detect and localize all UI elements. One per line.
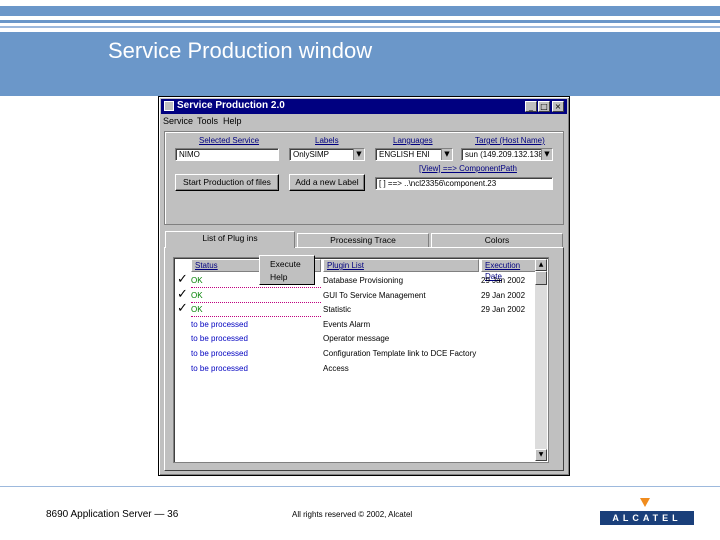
row-plugin: Statistic — [323, 305, 352, 315]
component-path-field[interactable]: [ ] ==> ..\ncl23356\component.23 — [375, 177, 553, 190]
window-title: Service Production 2.0 — [177, 100, 285, 111]
start-production-button[interactable]: Start Production of files — [175, 174, 279, 191]
footer-copyright: All rights reserved © 2002, Alcatel — [292, 510, 413, 519]
languages-label: Languages — [393, 136, 433, 145]
table-row[interactable]: to be processed Events Alarm — [175, 318, 537, 332]
row-status: to be processed — [191, 334, 248, 344]
scroll-up-icon[interactable]: ▲ — [535, 259, 547, 271]
target-host-dropdown[interactable]: sun (149.209.132.138) ▼ — [461, 148, 553, 161]
tab-colors[interactable]: Colors — [431, 233, 563, 247]
chevron-down-icon[interactable]: ▼ — [353, 149, 364, 160]
list-scrollbar[interactable]: ▲ ▼ — [535, 259, 547, 461]
table-row[interactable]: ✓ OK Statistic 29 Jan 2002 — [175, 301, 537, 318]
app-icon — [164, 101, 174, 111]
row-date: 29 Jan 2002 — [481, 305, 526, 315]
row-status: to be processed — [191, 319, 248, 329]
column-plugin-list[interactable]: Plugin List — [323, 259, 479, 272]
table-row[interactable]: to be processed Configuration Template li… — [175, 347, 537, 361]
menu-help[interactable]: Help — [223, 116, 242, 126]
view-path-label: [View] ==> ComponentPath — [419, 164, 517, 173]
check-icon: ✓ — [177, 272, 188, 287]
selected-service-label: Selected Service — [199, 136, 260, 145]
logo-mark-icon — [640, 498, 650, 507]
row-plugin: Access — [323, 363, 349, 373]
target-host-value: sun (149.209.132.138) — [465, 150, 546, 159]
header-stripe — [0, 6, 720, 16]
row-date: 29 Jan 2002 — [481, 290, 526, 300]
column-execution-date[interactable]: Execution Date — [481, 259, 537, 281]
add-label-button[interactable]: Add a new Label — [289, 174, 365, 191]
target-host-label: Target (Host Name) — [475, 136, 545, 145]
row-plugin: Operator message — [323, 334, 390, 344]
table-row[interactable]: to be processed Access — [175, 362, 537, 376]
scroll-down-icon[interactable]: ▼ — [535, 449, 547, 461]
plugin-list[interactable]: Status Plugin List Execution Date ✓ OK Dat… — [173, 257, 549, 463]
labels-value: OnlySIMP — [293, 150, 330, 159]
minimize-button[interactable]: _ — [525, 101, 537, 112]
selected-service-field[interactable]: NIMO — [175, 148, 279, 161]
close-button[interactable]: × — [552, 101, 564, 112]
header-stripe-thin-light — [0, 26, 720, 28]
window-titlebar[interactable]: Service Production 2.0 _ □ × — [161, 99, 567, 114]
menu-bar: Service Tools Help — [161, 115, 567, 128]
table-row[interactable]: to be processed Operator message — [175, 332, 537, 346]
context-menu-execute[interactable]: Execute — [270, 259, 301, 269]
row-status: OK — [191, 290, 203, 300]
menu-tools[interactable]: Tools — [197, 116, 218, 126]
slide-title: Service Production window — [108, 38, 373, 63]
footer-divider — [0, 486, 720, 487]
check-icon: ✓ — [177, 286, 188, 302]
check-icon: ✓ — [177, 301, 188, 317]
row-plugin: GUI To Service Management — [323, 290, 426, 300]
row-plugin: Database Provisioning — [323, 276, 404, 285]
header-stripe-thin — [0, 20, 720, 23]
row-plugin: Configuration Template link to DCE Facto… — [323, 349, 477, 358]
row-plugin: Events Alarm — [323, 319, 371, 329]
row-date: 29 Jan 2002 — [481, 276, 526, 285]
table-row[interactable]: ✓ OK GUI To Service Management 29 Jan 2002 — [175, 286, 537, 303]
footer-page-info: 8690 Application Server — 36 — [46, 509, 179, 520]
chevron-down-icon[interactable]: ▼ — [441, 149, 452, 160]
menu-service[interactable]: Service — [163, 116, 193, 126]
production-settings-panel: Selected Service NIMO Labels OnlySIMP ▼ … — [164, 131, 564, 225]
maximize-button[interactable]: □ — [538, 101, 550, 112]
labels-label: Labels — [315, 136, 339, 145]
context-menu: Execute Help — [259, 255, 315, 285]
labels-dropdown[interactable]: OnlySIMP ▼ — [289, 148, 365, 161]
context-menu-help[interactable]: Help — [270, 272, 287, 282]
chevron-down-icon[interactable]: ▼ — [541, 149, 552, 160]
tab-processing-trace[interactable]: Processing Trace — [297, 233, 429, 247]
table-row[interactable]: ✓ OK Database Provisioning 29 Jan 2002 — [175, 272, 537, 288]
row-status: to be processed — [191, 363, 248, 373]
tab-list-of-plugins[interactable]: List of Plug ins — [165, 231, 295, 248]
row-status: OK — [191, 305, 203, 315]
service-production-window: Service Production 2.0 _ □ × Service Too… — [158, 96, 570, 476]
alcatel-logo: ALCATEL — [600, 511, 694, 525]
languages-dropdown[interactable]: ENGLISH ENI ▼ — [375, 148, 453, 161]
languages-value: ENGLISH ENI — [379, 150, 430, 159]
scroll-thumb[interactable] — [535, 271, 547, 285]
row-status: to be processed — [191, 349, 248, 358]
